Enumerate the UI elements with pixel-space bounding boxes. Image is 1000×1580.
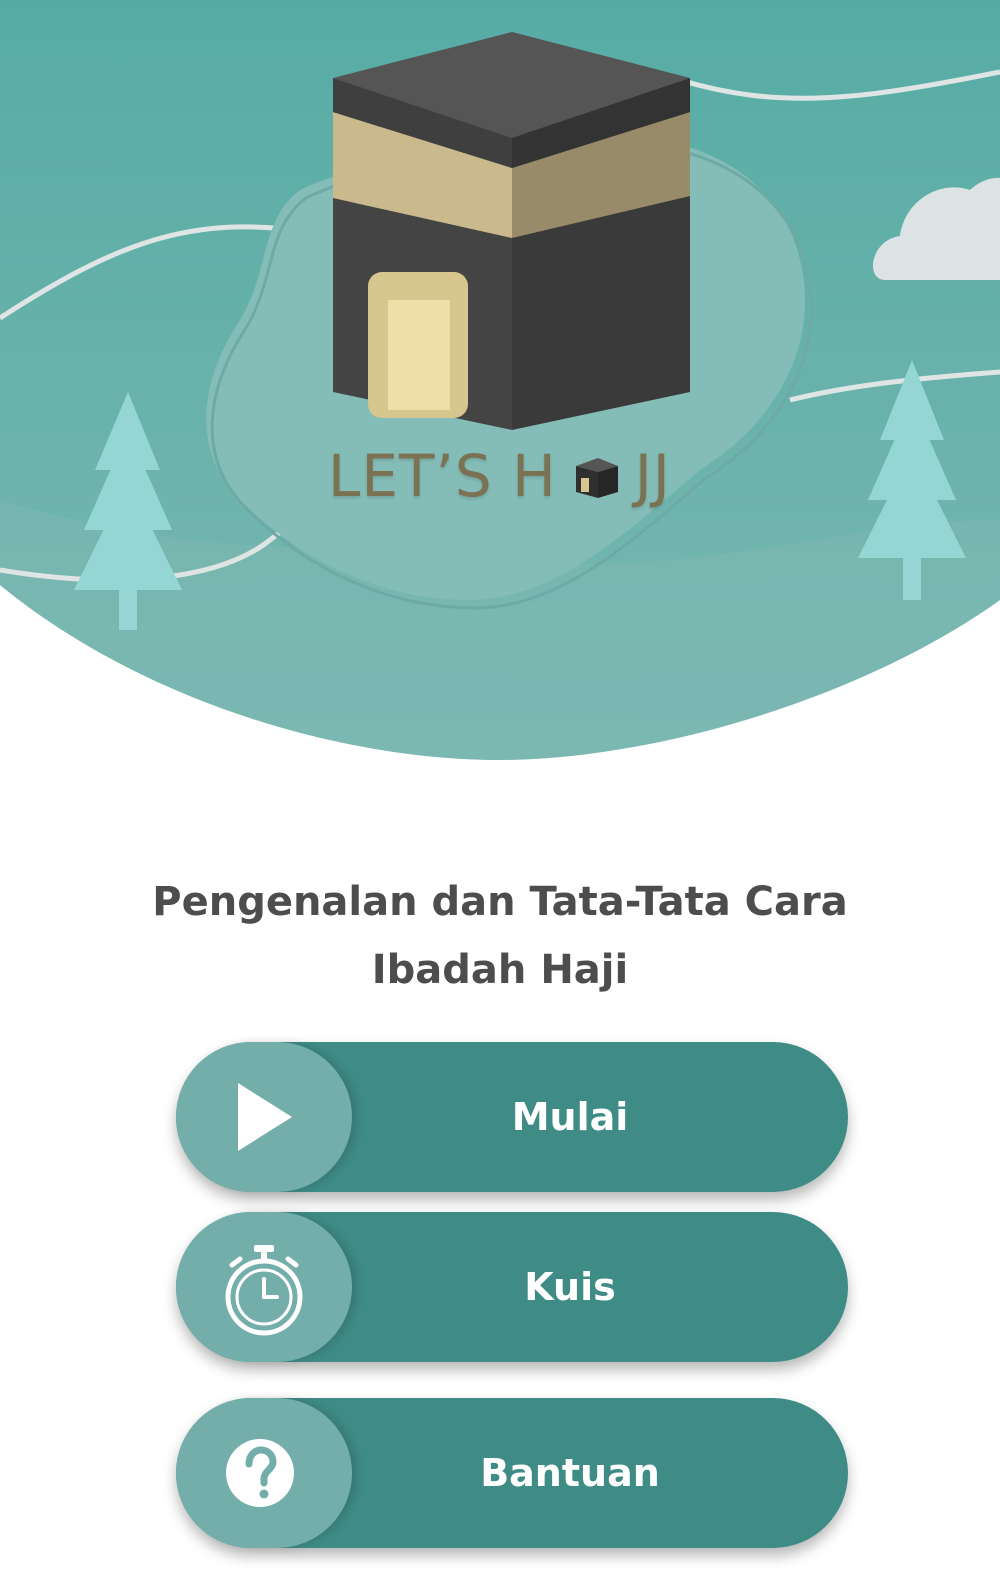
mulai-label: Mulai xyxy=(511,1095,629,1139)
app-logo: LET’S H JJ xyxy=(328,442,708,522)
page-title-line-2: Ibadah Haji xyxy=(371,947,629,993)
kuis-button[interactable]: Kuis xyxy=(176,1212,848,1362)
page-title-line-1: Pengenalan dan Tata-Tata Cara xyxy=(152,879,848,925)
mulai-icon-pad xyxy=(176,1042,352,1192)
logo-text-right: JJ xyxy=(634,442,671,510)
bantuan-label: Bantuan xyxy=(480,1451,660,1495)
bantuan-button[interactable]: Bantuan xyxy=(176,1398,848,1548)
page-title: Pengenalan dan Tata-Tata Cara Ibadah Haj… xyxy=(80,868,920,1004)
mulai-button[interactable]: Mulai xyxy=(176,1042,848,1192)
kaaba-icon xyxy=(333,32,690,430)
hero-landscape xyxy=(0,0,1000,760)
help-icon xyxy=(226,1439,294,1507)
stopwatch-icon xyxy=(225,1245,303,1336)
logo-text-left: LET’S H xyxy=(328,442,557,510)
play-icon xyxy=(238,1083,292,1151)
bantuan-icon-pad xyxy=(176,1398,352,1548)
hero-illustration: LET’S H JJ xyxy=(0,0,1000,780)
kuis-label: Kuis xyxy=(524,1265,616,1309)
kuis-icon-pad xyxy=(176,1212,352,1362)
